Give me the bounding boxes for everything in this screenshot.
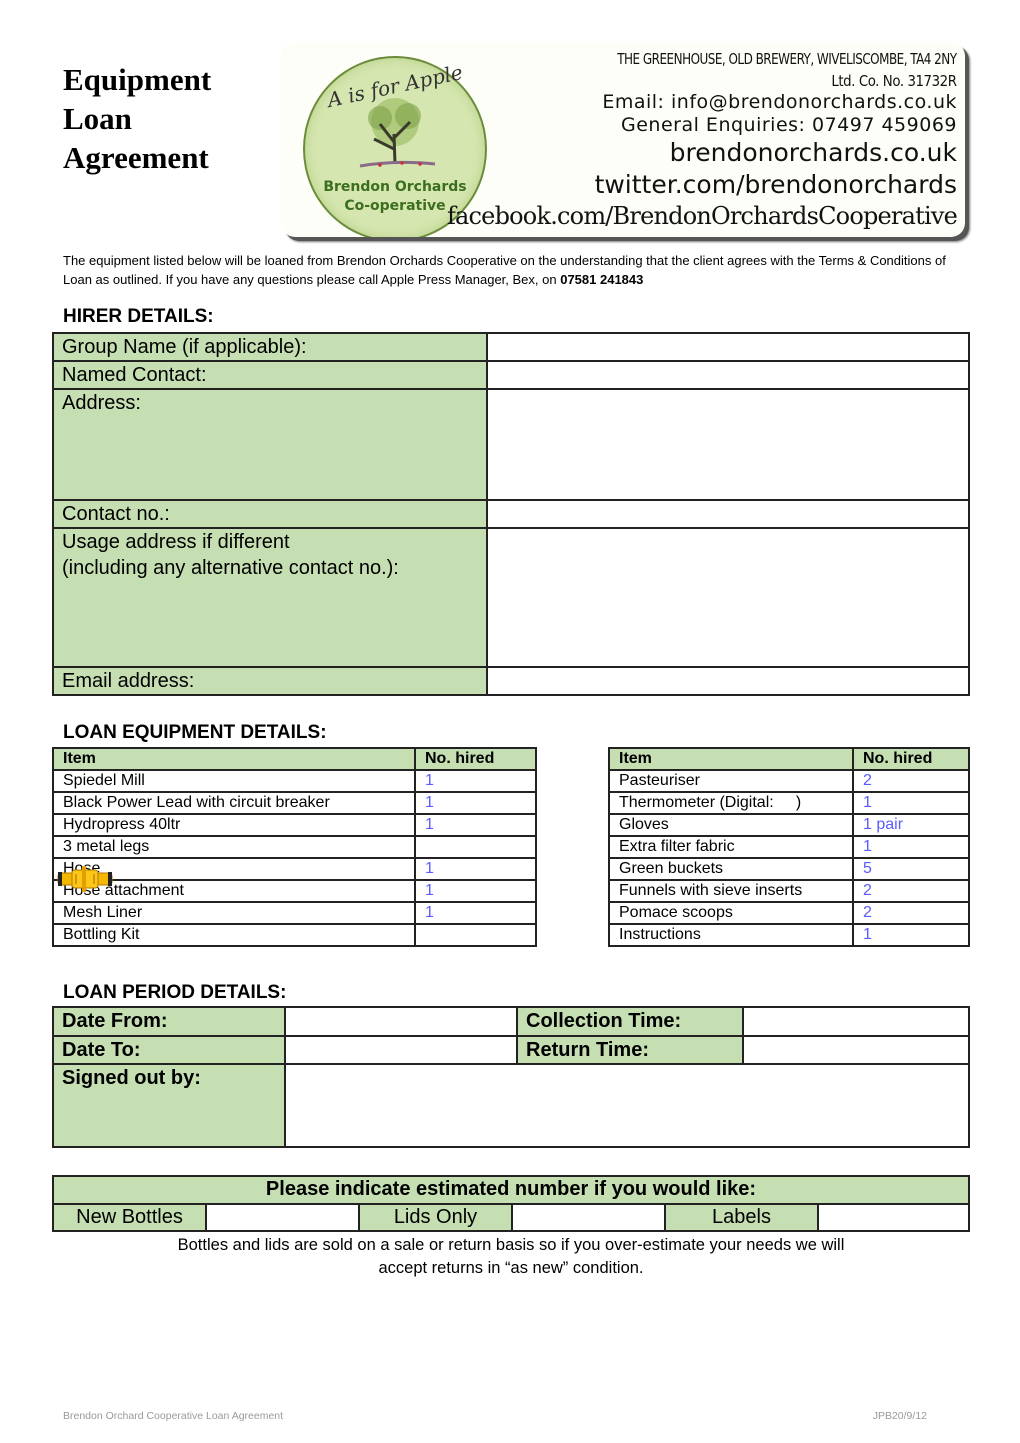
group-name-field[interactable] <box>486 332 970 362</box>
new-bottles-field[interactable] <box>205 1203 360 1232</box>
collection-time-label: Collection Time: <box>516 1006 744 1037</box>
table-row: Hydropress 40ltr 1 <box>52 813 537 837</box>
usage-address-field[interactable] <box>486 527 970 668</box>
hirer-details-table: Group Name (if applicable): Named Contac… <box>52 332 970 696</box>
hirer-heading: HIRER DETAILS: <box>63 306 214 327</box>
table-row: Pomace scoops 2 <box>608 901 970 925</box>
address-line: THE GREENHOUSE, OLD BREWERY, WIVELISCOMB… <box>617 50 958 68</box>
title-line: Equipment <box>63 62 212 97</box>
page-title: Equipment Loan Agreement <box>63 60 211 177</box>
table-row: Bottling Kit <box>52 923 537 947</box>
date-from-label: Date From: <box>52 1006 286 1037</box>
signed-out-by-field[interactable] <box>284 1063 970 1148</box>
table-row: Spiedel Mill 1 <box>52 769 537 793</box>
address-field[interactable] <box>486 388 970 501</box>
lids-only-label: Lids Only <box>358 1203 513 1232</box>
facebook-link[interactable]: facebook.com/BrendonOrchardsCooperative <box>447 202 958 230</box>
labels-field[interactable] <box>817 1203 970 1232</box>
labels-label: Labels <box>664 1203 819 1232</box>
equipment-heading: LOAN EQUIPMENT DETAILS: <box>63 722 327 743</box>
loan-period-table: Date From: Collection Time: Date To: Retur… <box>52 1006 970 1148</box>
equipment-table-left: Item No. hired Spiedel Mill 1 Black Power … <box>52 747 537 947</box>
signed-out-by-label: Signed out by: <box>52 1063 286 1148</box>
table-row: 3 metal legs <box>52 835 537 859</box>
table-row: Funnels with sieve inserts 2 <box>608 879 970 903</box>
table-row: Gloves 1 pair <box>608 813 970 837</box>
sale-or-return-note: Bottles and lids are sold on a sale or r… <box>177 1236 845 1277</box>
email-address-label: Email address: <box>52 666 488 696</box>
apple-tree-icon <box>359 98 436 168</box>
date-to-label: Date To: <box>52 1035 286 1065</box>
address-label: Address: <box>52 388 488 501</box>
email-address-field[interactable] <box>486 666 970 696</box>
table-row: Extra filter fabric 1 <box>608 835 970 859</box>
col-hired-header: No. hired <box>852 747 970 771</box>
estimate-heading: Please indicate estimated number if you … <box>52 1175 970 1205</box>
return-time-label: Return Time: <box>516 1035 744 1065</box>
col-item-header: Item <box>608 747 854 771</box>
hose-connector-icon <box>57 866 113 892</box>
title-line: Agreement <box>63 140 209 175</box>
website-link[interactable]: brendonorchards.co.uk <box>670 138 957 167</box>
table-row: Mesh Liner 1 <box>52 901 537 925</box>
table-row: Instructions 1 <box>608 923 970 947</box>
date-to-field[interactable] <box>284 1035 518 1065</box>
col-item-header: Item <box>52 747 416 771</box>
new-bottles-label: New Bottles <box>52 1203 207 1232</box>
equipment-table-right: Item No. hired Pasteuriser 2 Thermometer (… <box>608 747 970 947</box>
table-row: Hose attachment 1 <box>52 879 537 903</box>
usage-address-label: Usage address if different (including any… <box>52 527 488 668</box>
lids-only-field[interactable] <box>511 1203 666 1232</box>
twitter-link[interactable]: twitter.com/brendonorchards <box>595 170 957 199</box>
contact-no-field[interactable] <box>486 499 970 529</box>
intro-paragraph: The equipment listed below will be loane… <box>63 251 973 289</box>
contact-no-label: Contact no.: <box>52 499 488 529</box>
col-hired-header: No. hired <box>414 747 537 771</box>
table-row: Hose 1 <box>52 857 537 881</box>
company-number: Ltd. Co. No. 31732R <box>831 72 958 90</box>
title-line: Loan <box>63 101 132 136</box>
group-name-label: Group Name (if applicable): <box>52 332 488 362</box>
collection-time-field[interactable] <box>742 1006 970 1037</box>
date-from-field[interactable] <box>284 1006 518 1037</box>
table-row: Pasteuriser 2 <box>608 769 970 793</box>
table-row: Thermometer (Digital: ) 1 <box>608 791 970 815</box>
estimate-table: Please indicate estimated number if you … <box>52 1175 970 1232</box>
manager-phone: 07581 241843 <box>560 272 644 287</box>
contact-banner: A is for Apple Brendon Orchards Co-opera… <box>281 42 965 237</box>
table-row: Black Power Lead with circuit breaker 1 <box>52 791 537 815</box>
email-link[interactable]: Email: info@brendonorchards.co.uk <box>602 91 957 113</box>
intro-text: The equipment listed below will be loane… <box>63 253 946 287</box>
return-time-field[interactable] <box>742 1035 970 1065</box>
named-contact-label: Named Contact: <box>52 360 488 390</box>
named-contact-field[interactable] <box>486 360 970 390</box>
footer-document-name: Brendon Orchard Cooperative Loan Agreeme… <box>63 1410 284 1422</box>
footer-reference: JPB20/9/12 <box>872 1410 927 1422</box>
period-heading: LOAN PERIOD DETAILS: <box>63 982 287 1003</box>
enquiries-phone: General Enquiries: 07497 459069 <box>621 114 957 136</box>
table-row: Green buckets 5 <box>608 857 970 881</box>
